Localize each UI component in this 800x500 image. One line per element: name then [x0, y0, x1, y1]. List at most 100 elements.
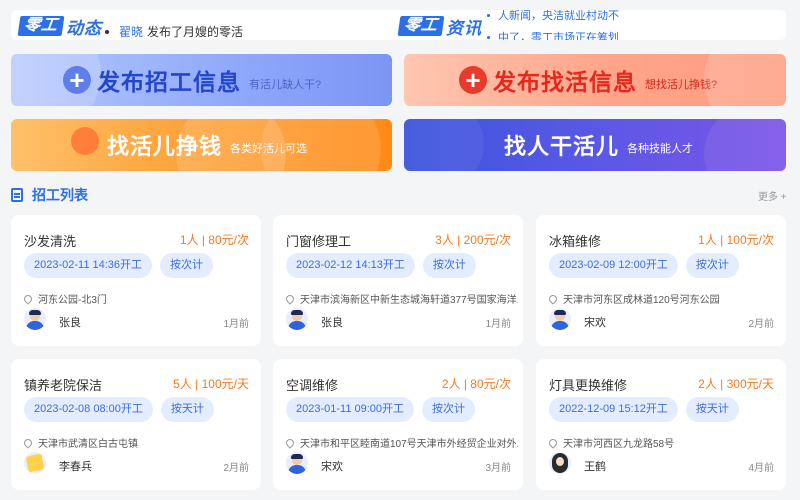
- start-time-tag: 2023-01-11 09:00开工: [286, 397, 415, 422]
- start-time-tag: 2023-02-09 12:00开工: [549, 253, 678, 278]
- ticker-user[interactable]: 翟晓: [119, 23, 143, 40]
- find-worker-banner[interactable]: 找人干活儿 各种技能人才: [404, 119, 786, 171]
- job-card[interactable]: 灯具更换维修 2人 | 300元/天 2022-12-09 15:12开工 按天计天津…: [536, 359, 786, 490]
- post-time: 1月前: [223, 319, 249, 330]
- pay-type-tag: 按次计: [160, 253, 214, 278]
- job-price: 1人 | 100元/次: [698, 233, 774, 247]
- job-price: 2人 | 80元/次: [441, 377, 511, 391]
- job-address: 河东公园-北3门: [24, 291, 107, 306]
- news-bar: 零工 动态 翟晓 发布了月嫂的零活 零工 资讯 人新闻，央洁就业村动不 中了，零…: [11, 10, 786, 40]
- job-title: 冰箱维修: [549, 234, 602, 249]
- location-pin-icon: [549, 292, 559, 305]
- start-time-tag: 2023-02-11 14:36开工: [24, 253, 153, 278]
- address-text: 天津市河东区成林道120号河东公园: [563, 295, 720, 306]
- job-price: 5人 | 100元/天: [173, 377, 249, 391]
- pay-type-tag: 按天计: [685, 397, 739, 422]
- boy-avatar: [549, 308, 571, 330]
- boy-avatar: [24, 308, 46, 330]
- job-address: 天津市河西区九龙路58号: [549, 435, 674, 450]
- pay-type-tag: 按次计: [422, 253, 476, 278]
- location-pin-icon: [286, 436, 296, 449]
- location-pin-icon: [286, 292, 296, 305]
- job-title: 镇养老院保洁: [24, 378, 103, 393]
- boy-avatar: [286, 452, 308, 474]
- job-title: 沙发清洗: [24, 234, 77, 249]
- pay-type-tag: 按次计: [685, 253, 739, 278]
- job-card[interactable]: 冰箱维修 1人 | 100元/次 2023-02-09 12:00开工 按次计天津市河…: [536, 215, 786, 346]
- job-address: 天津市河东区成林道120号河东公园: [549, 291, 720, 306]
- job-price: 1人 | 80元/次: [179, 233, 249, 247]
- job-title: 门窗修理工: [286, 234, 352, 249]
- job-price: 3人 | 200元/次: [435, 233, 511, 247]
- boy-avatar: [286, 308, 308, 330]
- banner-subtitle: 有活儿缺人干?: [249, 79, 322, 91]
- job-list-header: 招工列表: [11, 185, 88, 205]
- news-ticker-scroll[interactable]: 人新闻，央洁就业村动不 中了，零工市场正在筹划: [487, 10, 687, 40]
- girl-avatar: [549, 452, 571, 474]
- dynamics-logo: 零工 动态: [17, 15, 103, 38]
- poster-name: 宋欢: [321, 461, 343, 473]
- job-tags: 2023-01-11 09:00开工 按次计: [286, 397, 483, 422]
- poster-name: 王鹤: [584, 461, 606, 473]
- address-text: 天津市和平区睦南道107号天津市外经贸企业对外...: [300, 439, 518, 450]
- more-link[interactable]: 更多 +: [758, 188, 787, 203]
- start-time-tag: 2022-12-09 15:12开工: [549, 397, 678, 422]
- logo-text: 资讯: [446, 18, 483, 38]
- document-icon: [11, 188, 23, 202]
- location-pin-icon: [549, 436, 559, 449]
- news-ticker-line[interactable]: 人新闻，央洁就业村动不: [487, 10, 619, 23]
- pay-type-tag: 按天计: [160, 397, 214, 422]
- job-card[interactable]: 沙发清洗 1人 | 80元/次 2023-02-11 14:36开工 按次计河东公园-…: [11, 215, 261, 346]
- job-tags: 2023-02-09 12:00开工 按次计: [549, 253, 747, 278]
- job-address: 天津市和平区睦南道107号天津市外经贸企业对外...: [286, 435, 518, 450]
- job-title: 空调维修: [286, 378, 339, 393]
- address-text: 天津市武清区白古屯镇: [38, 439, 138, 450]
- banner-subtitle: 想找活儿挣钱?: [645, 79, 718, 91]
- bullet-icon: [487, 35, 490, 39]
- poster-name: 李春兵: [59, 461, 92, 473]
- job-card[interactable]: 门窗修理工 3人 | 200元/次 2023-02-12 14:13开工 按次计天津市…: [273, 215, 523, 346]
- job-card[interactable]: 镇养老院保洁 5人 | 100元/天 2023-02-08 08:00开工 按天计天津…: [11, 359, 261, 490]
- banner-subtitle: 各种技能人才: [627, 143, 694, 155]
- logo-text: 动态: [66, 18, 103, 38]
- job-tags: 2023-02-11 14:36开工 按次计: [24, 253, 221, 278]
- job-address: 天津市武清区白古屯镇: [24, 435, 138, 450]
- address-text: 天津市河西区九龙路58号: [563, 439, 675, 450]
- news-ticker-item[interactable]: 翟晓 发布了月嫂的零活: [105, 23, 243, 40]
- logo-block-text: 零工: [397, 16, 445, 36]
- banner-subtitle: 各类好活儿可选: [230, 143, 308, 155]
- start-time-tag: 2023-02-12 14:13开工: [286, 253, 415, 278]
- news-ticker-line[interactable]: 中了，零工市场正在筹划: [487, 29, 619, 40]
- poster-name: 张良: [59, 317, 81, 329]
- poster-name: 张良: [321, 317, 343, 329]
- start-time-tag: 2023-02-08 08:00开工: [24, 397, 153, 422]
- pay-type-tag: 按次计: [422, 397, 476, 422]
- location-pin-icon: [24, 292, 34, 305]
- banner-title: 找人干活儿: [504, 134, 620, 159]
- poster-name: 宋欢: [584, 317, 606, 329]
- post-time: 1月前: [485, 319, 511, 330]
- post-time: 2月前: [223, 463, 249, 474]
- job-card[interactable]: 空调维修 2人 | 80元/次 2023-01-11 09:00开工 按次计天津市和平…: [273, 359, 523, 490]
- post-job-banner[interactable]: + 发布招工信息 有活儿缺人干?: [11, 54, 392, 106]
- post-work-seeking-banner[interactable]: + 发布找活信息 想找活儿挣钱?: [404, 54, 786, 106]
- bullet-icon: [105, 29, 109, 34]
- bullet-icon: [487, 13, 490, 17]
- post-time: 4月前: [748, 463, 774, 474]
- banner-title: 发布找活信息: [493, 69, 637, 95]
- find-work-banner[interactable]: 找活儿挣钱 各类好活儿可选: [11, 119, 392, 171]
- location-pin-icon: [24, 436, 34, 449]
- address-text: 天津市滨海新区中新生态城海轩道377号国家海洋...: [300, 295, 518, 306]
- news-logo: 零工 资讯: [397, 15, 483, 38]
- ticker-text: 发布了月嫂的零活: [147, 25, 244, 39]
- job-title: 灯具更换维修: [549, 378, 628, 393]
- section-title: 招工列表: [32, 187, 88, 203]
- job-tags: 2023-02-08 08:00开工 按天计: [24, 397, 222, 422]
- logo-block-text: 零工: [17, 16, 65, 36]
- job-price: 2人 | 300元/天: [698, 377, 774, 391]
- post-time: 2月前: [748, 319, 774, 330]
- banner-title: 找活儿挣钱: [107, 134, 223, 159]
- job-tags: 2023-02-12 14:13开工 按次计: [286, 253, 484, 278]
- square-avatar: [24, 452, 46, 474]
- plus-icon: +: [459, 66, 487, 94]
